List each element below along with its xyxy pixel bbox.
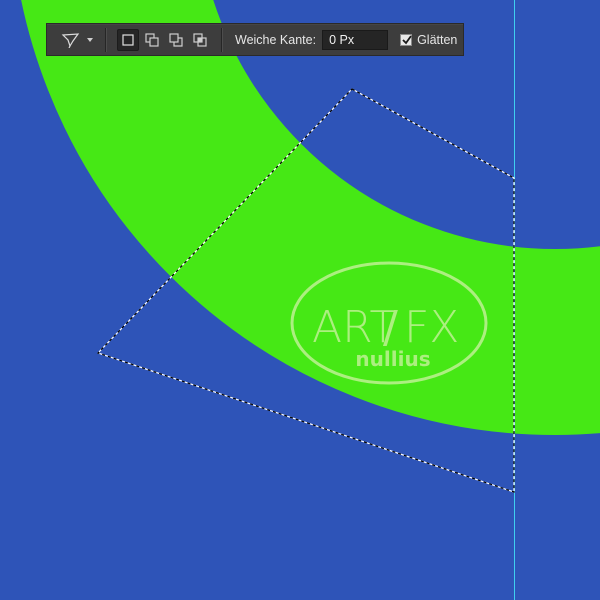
- subtract-from-selection-button[interactable]: [165, 29, 187, 51]
- watermark-fx-text: FX: [404, 302, 459, 353]
- checkmark-icon: [402, 34, 412, 44]
- antialias-label: Glätten: [417, 32, 458, 47]
- new-selection-icon: [122, 33, 134, 46]
- polygonal-lasso-icon: [61, 32, 80, 48]
- tool-preset-picker[interactable]: [61, 32, 101, 48]
- feather-label: Weiche Kante:: [235, 32, 317, 47]
- antialias-toggle[interactable]: Glätten: [400, 33, 457, 47]
- tool-options-bar: Weiche Kante: Glätten: [46, 23, 464, 56]
- add-to-selection-button[interactable]: [141, 29, 163, 51]
- intersect-selection-icon: [193, 32, 207, 47]
- watermark-slash-text: /: [383, 302, 398, 353]
- intersect-selection-button[interactable]: [189, 29, 211, 51]
- toolbar-divider: [105, 27, 107, 52]
- document-canvas[interactable]: ART / FX nullius: [0, 0, 600, 600]
- selection-mode-group: [115, 28, 211, 51]
- artboard[interactable]: ART / FX nullius: [0, 0, 600, 600]
- subtract-from-selection-icon: [169, 32, 183, 47]
- toolbar-divider: [221, 27, 223, 52]
- new-selection-button[interactable]: [117, 28, 139, 51]
- chevron-down-icon: [87, 37, 93, 42]
- feather-input[interactable]: [322, 29, 389, 50]
- add-to-selection-icon: [145, 32, 159, 47]
- watermark-nullius-text: nullius: [355, 347, 430, 371]
- antialias-checkbox[interactable]: [400, 33, 413, 46]
